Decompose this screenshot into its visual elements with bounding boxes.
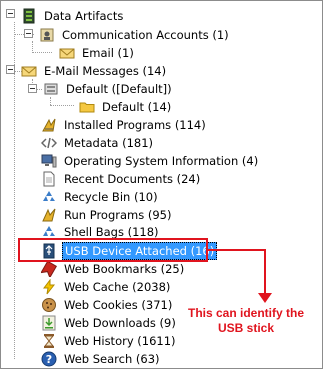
- tree-item-installed-programs[interactable]: Installed Programs (114): [41, 115, 208, 134]
- question-icon: ?: [41, 351, 57, 367]
- tree-item-default-folder[interactable]: Default (14): [79, 97, 173, 116]
- recycle-icon: [41, 189, 57, 205]
- contacts-icon: [39, 27, 55, 43]
- run-icon: [41, 207, 57, 223]
- envelope-icon: [59, 45, 75, 61]
- callout-line-1: This can identify the: [187, 306, 304, 320]
- tree-item-label: Default ([Default]): [66, 81, 172, 96]
- tree-guide-line: [50, 97, 51, 105]
- tree-item-label: E-Mail Messages (14): [44, 63, 167, 78]
- tree-item-data-artifacts[interactable]: Data Artifacts: [21, 6, 125, 25]
- callout-highlight-box: [18, 238, 208, 262]
- callout-line-2: USB stick: [217, 321, 275, 335]
- callout-connector: [264, 249, 266, 295]
- tree-item-label: Communication Accounts (1): [62, 27, 229, 42]
- callout-arrow-icon: [258, 293, 272, 303]
- tree-item-label: Web History (1611): [64, 333, 176, 348]
- hourglass-icon: [41, 333, 57, 349]
- document-icon: [41, 171, 57, 187]
- tree-item-label: Web Cookies (371): [64, 297, 173, 312]
- tree-item-web-search[interactable]: ? Web Search (63): [41, 349, 162, 368]
- computer-icon: [41, 153, 57, 169]
- tree-guide-line: [50, 105, 74, 106]
- tree-item-web-cookies[interactable]: Web Cookies (371): [41, 295, 174, 314]
- collapse-toggle[interactable]: [24, 29, 33, 38]
- tree-item-os-info[interactable]: Operating System Information (4): [41, 151, 260, 170]
- collapse-toggle[interactable]: [6, 9, 15, 18]
- tree-item-label: Run Programs (95): [64, 207, 172, 222]
- bookmark-icon: [41, 260, 57, 277]
- data-artifacts-icon: [21, 8, 37, 24]
- tree-item-metadata[interactable]: Metadata (181): [41, 133, 155, 152]
- tree-item-email[interactable]: Email (1): [59, 43, 136, 62]
- tree-item-label: Operating System Information (4): [64, 153, 259, 168]
- installer-icon: [41, 117, 57, 133]
- mailbox-icon: [43, 81, 59, 97]
- tree-item-label: Web Search (63): [64, 351, 160, 366]
- tree-item-e-mail-messages[interactable]: E-Mail Messages (14): [21, 61, 168, 80]
- folder-icon: [79, 99, 95, 115]
- tree-item-label: Installed Programs (114): [64, 117, 206, 132]
- download-icon: [41, 315, 57, 331]
- collapse-toggle[interactable]: [28, 84, 37, 93]
- tree-item-web-history[interactable]: Web History (1611): [41, 331, 178, 350]
- tree-item-label: Email (1): [82, 45, 134, 60]
- tree-item-recent-documents[interactable]: Recent Documents (24): [41, 169, 202, 188]
- tree-guide-line: [32, 52, 52, 53]
- tree-item-label: Web Bookmarks (25): [64, 261, 185, 276]
- collapse-toggle[interactable]: [6, 65, 15, 74]
- lightning-icon: [41, 278, 57, 295]
- tree-item-recycle-bin[interactable]: Recycle Bin (10): [41, 187, 160, 206]
- tree-view-panel: Data Artifacts Communication Accounts (1…: [0, 0, 323, 369]
- tree-item-label: Web Downloads (9): [64, 315, 176, 330]
- callout-connector: [208, 249, 266, 251]
- tree-item-communication-accounts[interactable]: Communication Accounts (1): [39, 25, 231, 44]
- code-tags-icon: [41, 135, 57, 151]
- tree-item-label: Metadata (181): [64, 135, 154, 150]
- envelope-icon: [21, 63, 37, 79]
- callout-text: This can identify the USB stick: [181, 306, 311, 336]
- tree-item-label: Recycle Bin (10): [64, 189, 158, 204]
- tree-item-default-mailbox[interactable]: Default ([Default]): [43, 79, 174, 98]
- tree-item-label: Default (14): [102, 99, 172, 114]
- cookie-icon: [41, 297, 57, 313]
- tree-item-label: Web Cache (2038): [64, 279, 171, 294]
- svg-text:?: ?: [46, 353, 52, 366]
- tree-item-web-downloads[interactable]: Web Downloads (9): [41, 313, 178, 332]
- tree-item-web-cache[interactable]: Web Cache (2038): [41, 277, 172, 296]
- tree-item-label: Data Artifacts: [44, 8, 124, 23]
- tree-item-label: Recent Documents (24): [64, 171, 201, 186]
